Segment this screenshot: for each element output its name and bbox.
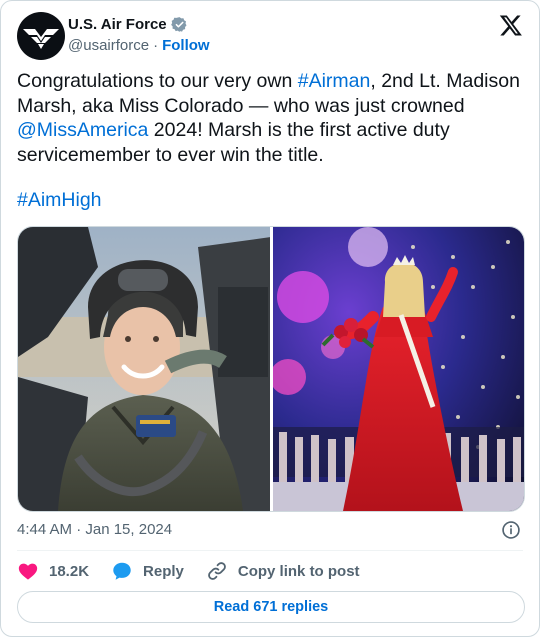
mention-missamerica-link[interactable]: @MissAmerica xyxy=(17,119,148,141)
copy-link-label: Copy link to post xyxy=(237,562,360,580)
air-force-logo-icon xyxy=(23,29,59,49)
copy-link-button[interactable]: Copy link to post xyxy=(206,560,360,582)
like-count: 18.2K xyxy=(49,562,90,580)
author-display-name[interactable]: U.S. Air Force xyxy=(68,16,167,33)
follow-button[interactable]: Follow xyxy=(162,37,210,54)
photo-miss-america[interactable] xyxy=(273,227,524,511)
post-text: Congratulations to our very own #Airman,… xyxy=(17,69,527,167)
embedded-post-card: U.S. Air Force @usairforce · Follow Cong… xyxy=(0,0,540,637)
reply-bubble-icon xyxy=(113,562,131,580)
crowning-photo-illustration xyxy=(273,227,524,511)
post-actions: 18.2K Reply Copy link to post xyxy=(17,559,382,583)
divider xyxy=(17,550,523,551)
heart-icon xyxy=(18,563,38,580)
link-icon xyxy=(208,562,226,580)
author-name-row[interactable]: U.S. Air Force xyxy=(68,16,188,33)
post-timestamp[interactable]: 4:44 AM · Jan 15, 2024 xyxy=(17,521,172,538)
author-handle-row: @usairforce · Follow xyxy=(68,37,210,54)
x-logo-icon[interactable] xyxy=(499,13,523,37)
verified-badge-icon xyxy=(170,17,187,32)
info-icon[interactable] xyxy=(501,520,521,540)
pilot-photo-illustration xyxy=(18,227,270,511)
reply-label: Reply xyxy=(143,562,184,580)
like-button[interactable]: 18.2K xyxy=(17,560,89,582)
hashtag-aimhigh-link[interactable]: #AimHigh xyxy=(17,189,102,212)
author-avatar[interactable] xyxy=(17,12,65,60)
author-handle[interactable]: @usairforce xyxy=(68,37,149,54)
post-text-part: Congratulations to our very own xyxy=(17,70,298,92)
handle-separator: · xyxy=(153,37,159,54)
read-replies-button[interactable]: Read 671 replies xyxy=(17,591,525,623)
reply-button[interactable]: Reply xyxy=(111,560,184,582)
media-grid xyxy=(17,226,525,512)
hashtag-airman-link[interactable]: #Airman xyxy=(298,70,371,92)
photo-pilot[interactable] xyxy=(18,227,270,511)
